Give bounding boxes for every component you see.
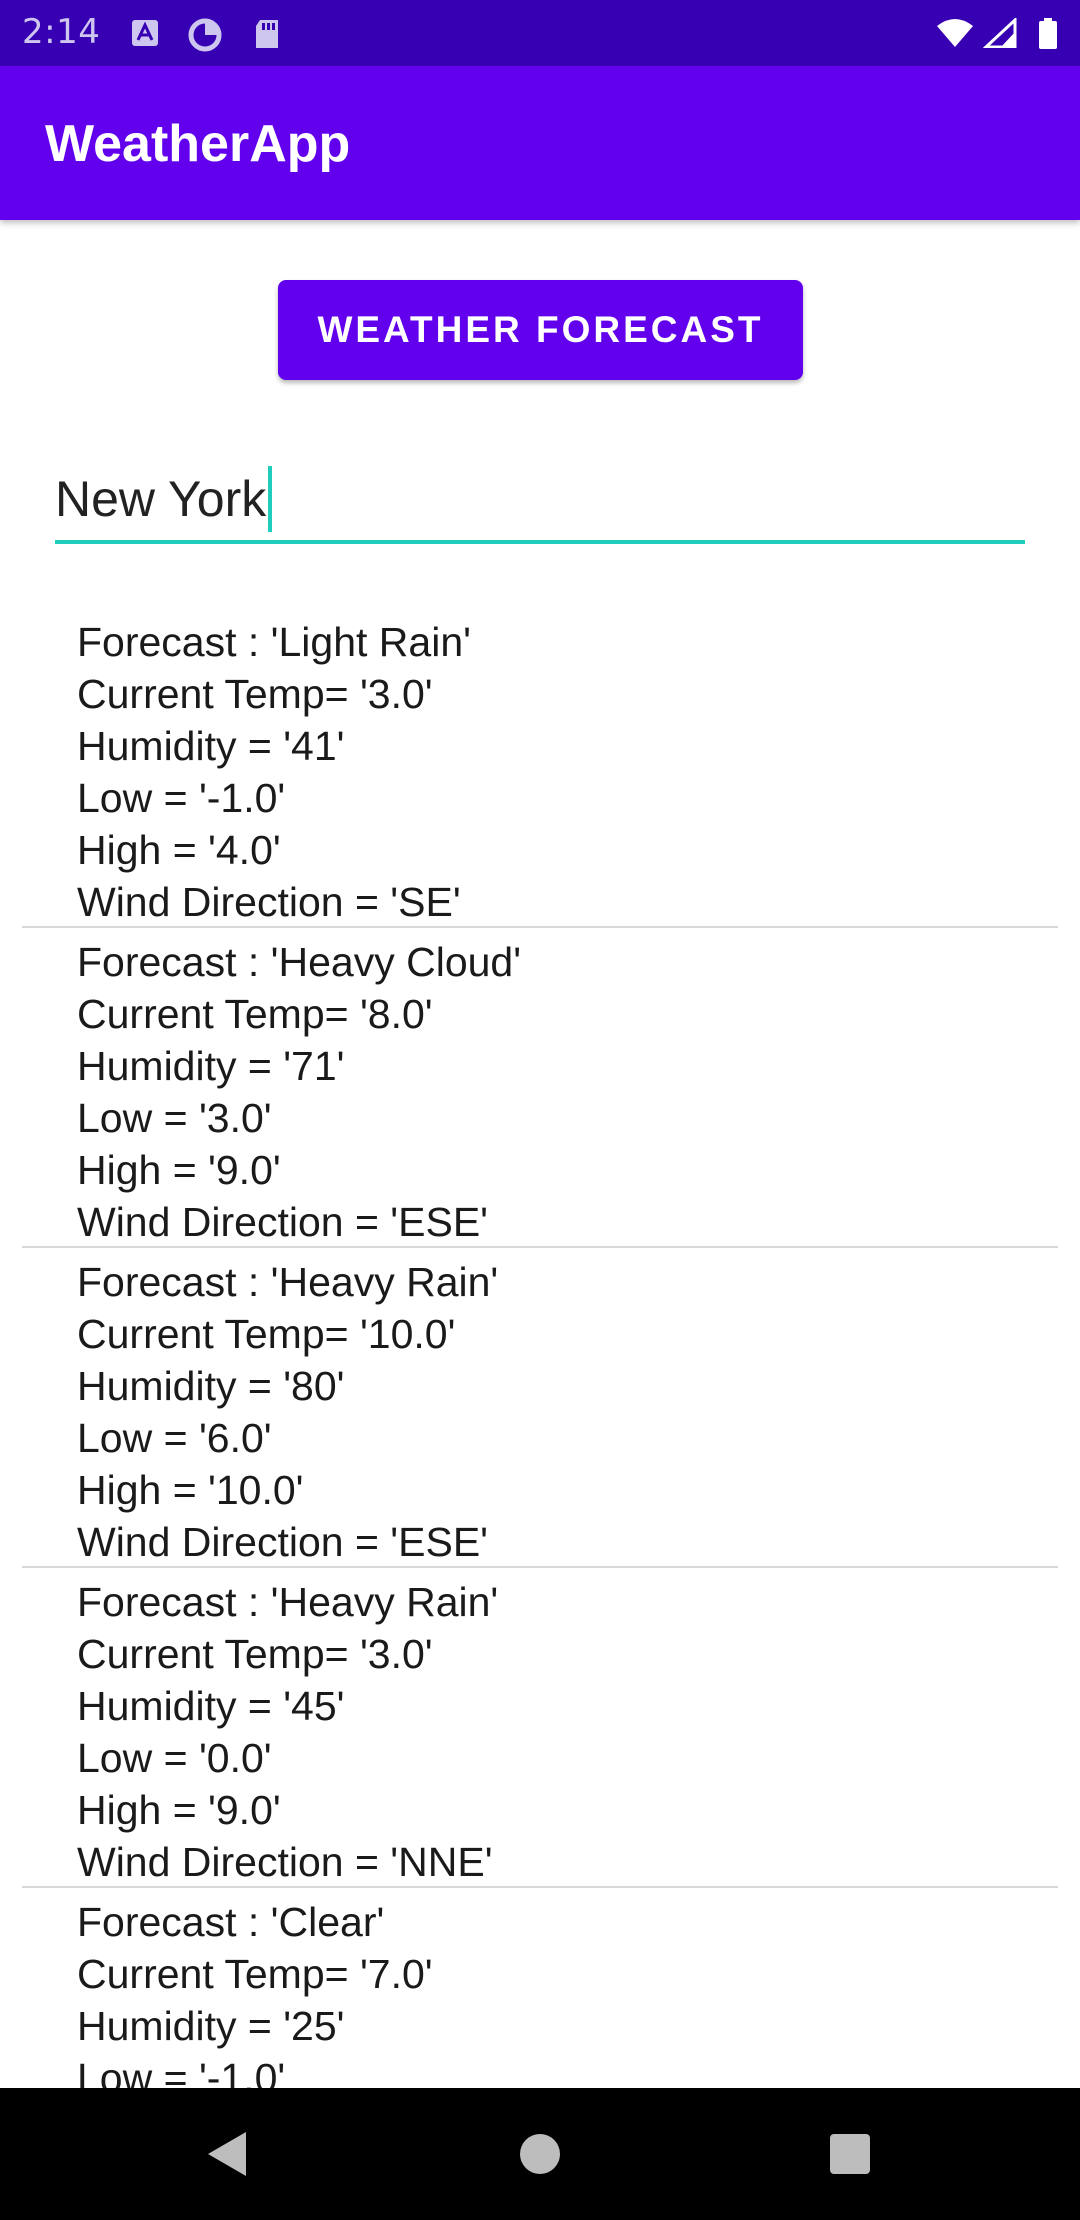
autofill-icon — [130, 18, 160, 48]
humidity: Humidity = '25' — [77, 2003, 345, 2049]
forecast-list-item[interactable]: Forecast : 'Clear' Current Temp= '7.0' H… — [22, 1888, 1058, 2088]
app-title: WeatherApp — [45, 115, 351, 173]
screen: 2:14 WeatherApp WEATHER FORECAST New Yor… — [0, 0, 1080, 2220]
high-temp: High = '9.0' — [77, 1147, 281, 1193]
text-cursor — [268, 466, 273, 532]
low-temp: Low = '3.0' — [77, 1095, 272, 1141]
home-icon[interactable] — [500, 2114, 580, 2194]
forecast-list-item[interactable]: Forecast : 'Heavy Cloud' Current Temp= '… — [22, 928, 1058, 1248]
signal-icon — [982, 16, 1017, 49]
low-temp: Low = '0.0' — [77, 1735, 272, 1781]
forecast-list-item[interactable]: Forecast : 'Light Rain' Current Temp= '3… — [22, 608, 1058, 928]
forecast-list-item[interactable]: Forecast : 'Heavy Rain' Current Temp= '1… — [22, 1248, 1058, 1568]
forecast-condition: Forecast : 'Clear' — [77, 1899, 385, 1945]
status-bar: 2:14 — [0, 0, 1080, 66]
low-temp: Low = '-1.0' — [77, 2055, 286, 2088]
humidity: Humidity = '45' — [77, 1683, 345, 1729]
current-temp: Current Temp= '8.0' — [77, 991, 433, 1037]
city-input-value: New York — [55, 466, 273, 536]
high-temp: High = '4.0' — [77, 827, 281, 873]
wind-direction: Wind Direction = 'ESE' — [77, 1199, 489, 1245]
forecast-condition: Forecast : 'Heavy Rain' — [77, 1259, 499, 1305]
status-time: 2:14 — [22, 12, 101, 52]
battery-icon — [1038, 18, 1058, 49]
humidity: Humidity = '71' — [77, 1043, 345, 1089]
high-temp: High = '10.0' — [77, 1467, 304, 1513]
sd-card-icon — [252, 18, 282, 48]
forecast-condition: Forecast : 'Heavy Cloud' — [77, 939, 522, 985]
low-temp: Low = '6.0' — [77, 1415, 272, 1461]
back-icon[interactable] — [188, 2114, 268, 2194]
wind-direction: Wind Direction = 'NNE' — [77, 1839, 493, 1885]
navigation-bar — [0, 2088, 1080, 2220]
forecast-condition: Forecast : 'Heavy Rain' — [77, 1579, 499, 1625]
current-temp: Current Temp= '10.0' — [77, 1311, 456, 1357]
forecast-list-item[interactable]: Forecast : 'Heavy Rain' Current Temp= '3… — [22, 1568, 1058, 1888]
app-bar: WeatherApp — [0, 66, 1080, 220]
current-temp: Current Temp= '7.0' — [77, 1951, 433, 1997]
wind-direction: Wind Direction = 'SE' — [77, 879, 461, 925]
data-saver-icon — [188, 18, 222, 52]
wind-direction: Wind Direction = 'ESE' — [77, 1519, 489, 1565]
current-temp: Current Temp= '3.0' — [77, 1631, 433, 1677]
humidity: Humidity = '80' — [77, 1363, 345, 1409]
recents-icon[interactable] — [810, 2114, 890, 2194]
low-temp: Low = '-1.0' — [77, 775, 286, 821]
humidity: Humidity = '41' — [77, 723, 345, 769]
high-temp: High = '9.0' — [77, 1787, 281, 1833]
city-input[interactable]: New York — [55, 460, 1025, 544]
forecast-condition: Forecast : 'Light Rain' — [77, 619, 471, 665]
forecast-list[interactable]: Forecast : 'Light Rain' Current Temp= '3… — [22, 608, 1058, 2088]
current-temp: Current Temp= '3.0' — [77, 671, 433, 717]
wifi-icon — [935, 18, 975, 48]
weather-forecast-button[interactable]: WEATHER FORECAST — [278, 280, 803, 380]
